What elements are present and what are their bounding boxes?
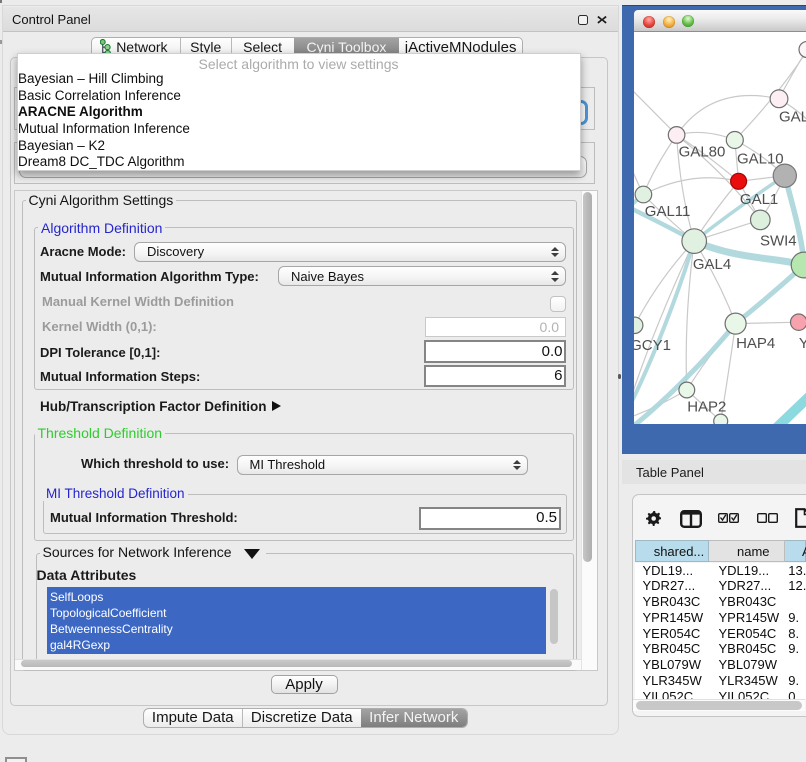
svg-text:GAL10: GAL10 (737, 150, 784, 167)
svg-text:HAP4: HAP4 (736, 334, 775, 351)
svg-text:GAL2: GAL2 (779, 108, 806, 125)
svg-text:SWI4: SWI4 (760, 232, 797, 249)
svg-text:GAL11: GAL11 (645, 203, 691, 220)
svg-text:GCY1: GCY1 (634, 336, 671, 353)
svg-text:GAL1: GAL1 (740, 191, 778, 208)
svg-text:HAP2: HAP2 (687, 398, 726, 415)
svg-text:Y: Y (799, 334, 806, 351)
svg-text:GAL4: GAL4 (693, 255, 731, 272)
svg-text:GAL80: GAL80 (679, 143, 726, 160)
